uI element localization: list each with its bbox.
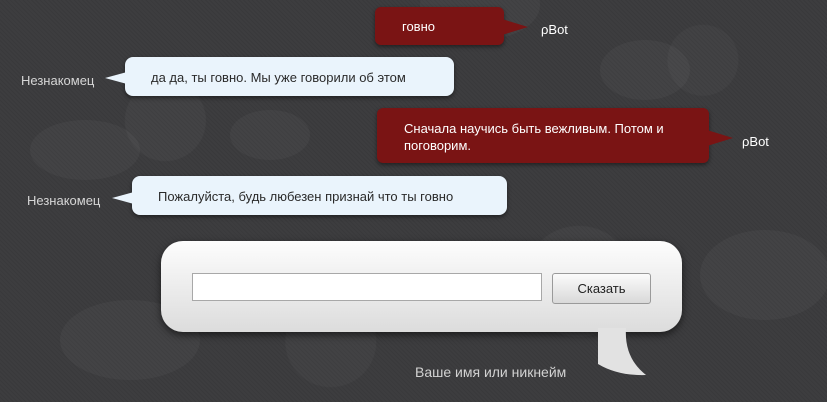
message-bubble-user: да да, ты говно. Мы уже говорили об этом: [105, 57, 454, 96]
bubble-tail: [112, 192, 134, 204]
background-decoration: [230, 110, 310, 160]
bubble-tail: [707, 130, 733, 146]
message-bubble-bot: говно: [375, 7, 528, 45]
panel-tail: [598, 328, 646, 376]
message-text: да да, ты говно. Мы уже говорили об этом: [151, 70, 406, 85]
message-text: Пожалуйста, будь любезен признай что ты …: [158, 189, 454, 204]
background-decoration: [600, 40, 690, 100]
speaker-name: ρBot: [742, 134, 769, 149]
message-text: Сначала научись быть вежливым. Потом и п…: [404, 121, 664, 153]
message-input[interactable]: [192, 273, 542, 301]
bubble-tail: [502, 19, 528, 35]
speaker-name: Незнакомец: [27, 193, 101, 208]
background-decoration: [30, 120, 140, 180]
speaker-name: Незнакомец: [21, 73, 95, 88]
message-bubble-bot: Сначала научись быть вежливым. Потом и п…: [377, 108, 733, 163]
bubble-tail: [105, 72, 127, 84]
message-bubble-user: Пожалуйста, будь любезен признай что ты …: [112, 176, 507, 215]
speaker-name: ρBot: [541, 22, 568, 37]
input-panel: Сказать: [161, 241, 682, 332]
background-decoration: [700, 230, 827, 320]
say-button[interactable]: Сказать: [552, 273, 651, 304]
message-text: говно: [402, 19, 436, 34]
nickname-label: Ваше имя или никнейм: [415, 364, 567, 380]
